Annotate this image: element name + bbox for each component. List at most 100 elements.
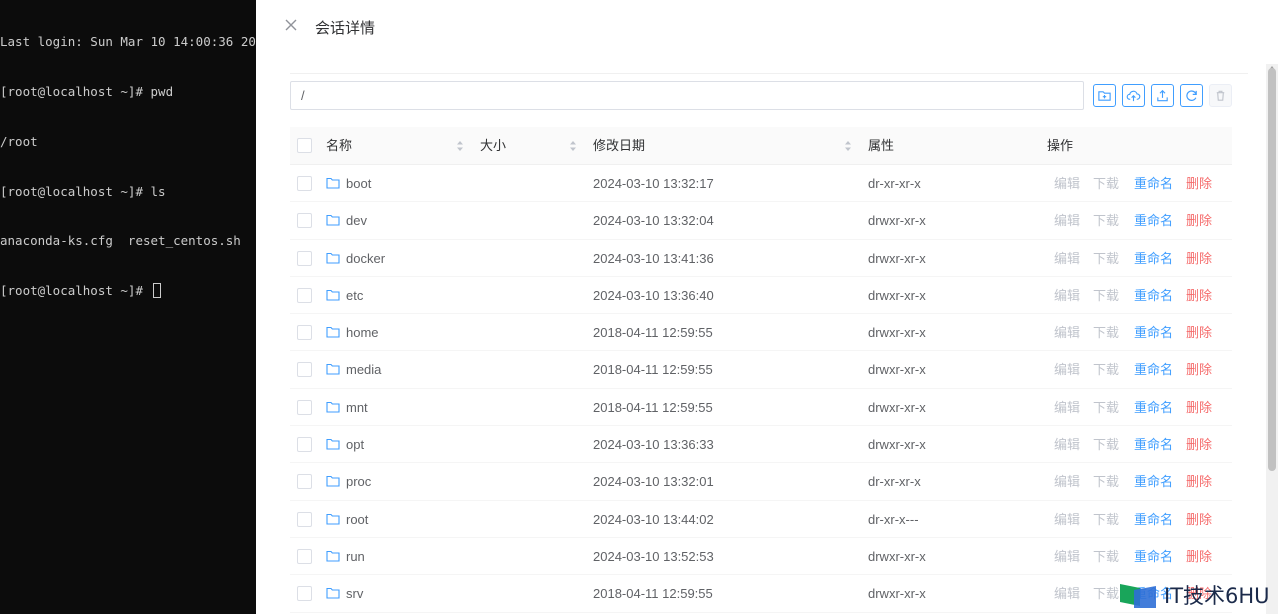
delete-link[interactable]: 删除 [1186, 202, 1212, 239]
rename-link[interactable]: 重命名 [1134, 538, 1173, 575]
file-modified: 2024-03-10 13:36:40 [593, 287, 714, 303]
new-folder-button[interactable] [1093, 84, 1116, 107]
rename-link[interactable]: 重命名 [1134, 277, 1173, 314]
rename-link[interactable]: 重命名 [1134, 351, 1173, 388]
row-checkbox[interactable] [297, 511, 312, 527]
rename-link[interactable]: 重命名 [1134, 501, 1173, 538]
rename-link[interactable]: 重命名 [1134, 202, 1173, 239]
close-icon[interactable] [284, 18, 298, 32]
download-link[interactable]: 下载 [1093, 575, 1119, 612]
delete-link[interactable]: 删除 [1186, 314, 1212, 351]
upload-button[interactable] [1151, 84, 1174, 107]
delete-link[interactable]: 删除 [1186, 501, 1212, 538]
edit-link[interactable]: 编辑 [1054, 277, 1080, 314]
delete-link[interactable]: 删除 [1186, 240, 1212, 277]
download-link[interactable]: 下载 [1093, 277, 1119, 314]
file-name[interactable]: boot [346, 165, 371, 202]
header-size[interactable]: 大小 [480, 127, 506, 165]
scrollbar-thumb[interactable] [1268, 68, 1276, 471]
download-link[interactable]: 下载 [1093, 165, 1119, 202]
select-all-checkbox[interactable] [297, 138, 312, 153]
upload-cloud-button[interactable] [1122, 84, 1145, 107]
delete-link[interactable]: 删除 [1186, 463, 1212, 500]
table-row[interactable]: root 2024-03-10 13:44:02 dr-xr-x--- 编辑 下载 重命名… [290, 501, 1232, 538]
file-name[interactable]: media [346, 351, 381, 388]
file-name[interactable]: mnt [346, 389, 368, 426]
row-checkbox[interactable] [297, 586, 312, 602]
sort-icon[interactable] [569, 139, 577, 153]
delete-link[interactable]: 删除 [1186, 277, 1212, 314]
row-checkbox[interactable] [297, 325, 312, 341]
file-name[interactable]: opt [346, 426, 364, 463]
row-checkbox[interactable] [297, 176, 312, 191]
table-row[interactable]: proc 2024-03-10 13:32:01 dr-xr-xr-x 编辑 下载 重命名… [290, 463, 1232, 501]
table-row[interactable]: run 2024-03-10 13:52:53 drwxr-xr-x 编辑 下载 重命名删… [290, 538, 1232, 576]
table-row[interactable]: mnt 2018-04-11 12:59:55 drwxr-xr-x 编辑 下载 重命名删… [290, 389, 1232, 427]
table-row[interactable]: etc 2024-03-10 13:36:40 drwxr-xr-x 编辑 下载 重命名删… [290, 277, 1232, 315]
download-link[interactable]: 下载 [1093, 389, 1119, 426]
download-link[interactable]: 下载 [1093, 501, 1119, 538]
file-name[interactable]: srv [346, 575, 363, 612]
edit-link[interactable]: 编辑 [1054, 351, 1080, 388]
delete-link[interactable]: 删除 [1186, 389, 1212, 426]
delete-selected-button[interactable] [1209, 84, 1232, 107]
file-name[interactable]: etc [346, 277, 363, 314]
file-name[interactable]: home [346, 314, 379, 351]
table-row[interactable]: boot 2024-03-10 13:32:17 dr-xr-xr-x 编辑 下载 重命名… [290, 165, 1232, 203]
refresh-button[interactable] [1180, 84, 1203, 107]
header-name[interactable]: 名称 [326, 127, 352, 165]
download-link[interactable]: 下载 [1093, 426, 1119, 463]
terminal-panel[interactable]: Last login: Sun Mar 10 14:00:36 2024 [ro… [0, 0, 256, 614]
table-row[interactable]: dev 2024-03-10 13:32:04 drwxr-xr-x 编辑 下载 重命名删… [290, 202, 1232, 240]
sort-icon[interactable] [844, 139, 852, 153]
rename-link[interactable]: 重命名 [1134, 426, 1173, 463]
rename-link[interactable]: 重命名 [1134, 240, 1173, 277]
edit-link[interactable]: 编辑 [1054, 501, 1080, 538]
edit-link[interactable]: 编辑 [1054, 463, 1080, 500]
file-name[interactable]: proc [346, 463, 371, 500]
rename-link[interactable]: 重命名 [1134, 165, 1173, 202]
file-name[interactable]: dev [346, 202, 367, 239]
header-modified[interactable]: 修改日期 [593, 127, 645, 165]
table-row[interactable]: srv2018-04-11 12:59:55drwxr-xr-x编辑下载重命名删… [290, 575, 1232, 613]
delete-link[interactable]: 删除 [1186, 426, 1212, 463]
edit-link[interactable]: 编辑 [1054, 240, 1080, 277]
download-link[interactable]: 下载 [1093, 202, 1119, 239]
rename-link[interactable]: 重命名 [1134, 389, 1173, 426]
download-link[interactable]: 下载 [1093, 240, 1119, 277]
edit-link[interactable]: 编辑 [1054, 165, 1080, 202]
row-checkbox[interactable] [297, 474, 312, 490]
row-checkbox[interactable] [297, 213, 312, 229]
table-row[interactable]: home 2018-04-11 12:59:55 drwxr-xr-x 编辑 下载 重命名… [290, 314, 1232, 352]
rename-link[interactable]: 重命名 [1134, 314, 1173, 351]
table-row[interactable]: media 2018-04-11 12:59:55 drwxr-xr-x 编辑 下载 重命… [290, 351, 1232, 389]
edit-link[interactable]: 编辑 [1054, 426, 1080, 463]
edit-link[interactable]: 编辑 [1054, 389, 1080, 426]
delete-link[interactable]: 删除 [1186, 165, 1212, 202]
table-row[interactable]: opt 2024-03-10 13:36:33 drwxr-xr-x 编辑 下载 重命名删… [290, 426, 1232, 464]
delete-link[interactable]: 删除 [1186, 351, 1212, 388]
row-checkbox[interactable] [297, 437, 312, 453]
delete-link[interactable]: 删除 [1186, 538, 1212, 575]
edit-link[interactable]: 编辑 [1054, 538, 1080, 575]
file-name[interactable]: docker [346, 240, 385, 277]
row-checkbox[interactable] [297, 548, 312, 564]
download-link[interactable]: 下载 [1093, 538, 1119, 575]
edit-link[interactable]: 编辑 [1054, 314, 1080, 351]
edit-link[interactable]: 编辑 [1054, 575, 1080, 612]
file-name[interactable]: run [346, 538, 365, 575]
file-name[interactable]: root [346, 501, 368, 538]
row-checkbox[interactable] [297, 362, 312, 378]
edit-link[interactable]: 编辑 [1054, 202, 1080, 239]
download-link[interactable]: 下载 [1093, 351, 1119, 388]
row-checkbox[interactable] [297, 399, 312, 415]
row-checkbox[interactable] [297, 250, 312, 266]
download-link[interactable]: 下载 [1093, 314, 1119, 351]
download-link[interactable]: 下载 [1093, 463, 1119, 500]
row-checkbox[interactable] [297, 287, 312, 303]
sort-icon[interactable] [456, 139, 464, 153]
scrollbar[interactable] [1266, 64, 1278, 614]
rename-link[interactable]: 重命名 [1134, 463, 1173, 500]
path-input[interactable]: / [290, 81, 1084, 110]
table-row[interactable]: docker 2024-03-10 13:41:36 drwxr-xr-x 编辑 下载重… [290, 240, 1232, 277]
